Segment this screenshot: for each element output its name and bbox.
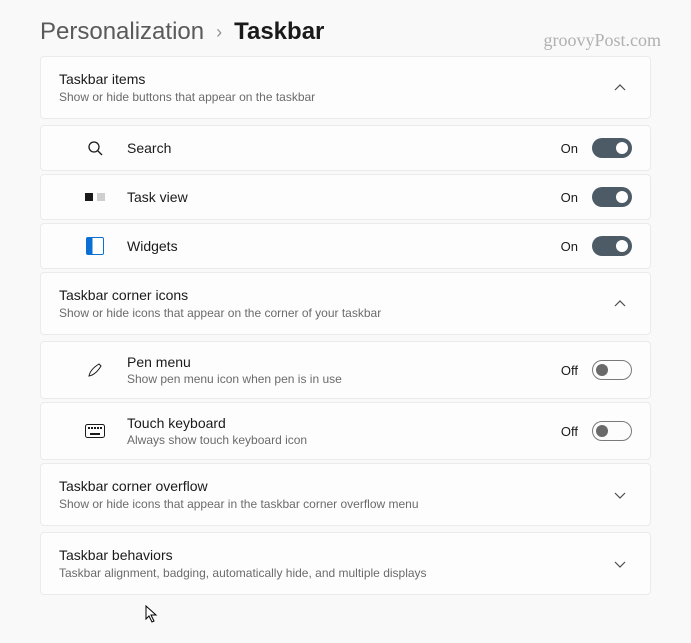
section-title: Taskbar behaviors [59,547,608,563]
toggle-state: Off [561,424,578,439]
row-label: Pen menu [127,354,561,370]
row-sublabel: Show pen menu icon when pen is in use [127,372,561,386]
section-subtitle: Taskbar alignment, badging, automaticall… [59,566,608,580]
chevron-up-icon[interactable] [608,76,632,100]
search-icon [81,138,109,158]
watermark: groovyPost.com [543,30,661,51]
section-subtitle: Show or hide icons that appear in the ta… [59,497,608,511]
section-subtitle: Show or hide buttons that appear on the … [59,90,608,104]
pen-icon [81,360,109,380]
row-label: Task view [127,189,561,205]
row-task-view: Task view On [40,174,651,220]
settings-content: Taskbar items Show or hide buttons that … [0,56,691,595]
toggle-state: Off [561,363,578,378]
row-sublabel: Always show touch keyboard icon [127,433,561,447]
row-widgets: Widgets On [40,223,651,269]
breadcrumb-parent[interactable]: Personalization [40,18,204,46]
toggle-search[interactable] [592,138,632,158]
row-search: Search On [40,125,651,171]
toggle-widgets[interactable] [592,236,632,256]
mouse-cursor-icon [145,605,159,623]
row-pen-menu: Pen menu Show pen menu icon when pen is … [40,341,651,399]
toggle-pen-menu[interactable] [592,360,632,380]
section-title: Taskbar items [59,71,608,87]
section-header-corner-overflow[interactable]: Taskbar corner overflow Show or hide ico… [41,464,650,525]
toggle-state: On [561,239,578,254]
section-corner-overflow: Taskbar corner overflow Show or hide ico… [40,463,651,526]
chevron-down-icon[interactable] [608,483,632,507]
section-header-taskbar-items[interactable]: Taskbar items Show or hide buttons that … [41,57,650,118]
toggle-touch-keyboard[interactable] [592,421,632,441]
section-header-corner-icons[interactable]: Taskbar corner icons Show or hide icons … [41,273,650,334]
chevron-up-icon[interactable] [608,292,632,316]
task-view-icon [81,187,109,207]
chevron-right-icon: › [216,22,222,43]
section-subtitle: Show or hide icons that appear on the co… [59,306,608,320]
row-touch-keyboard: Touch keyboard Always show touch keyboar… [40,402,651,460]
toggle-state: On [561,141,578,156]
keyboard-icon [81,421,109,441]
section-behaviors: Taskbar behaviors Taskbar alignment, bad… [40,532,651,595]
widgets-icon [81,236,109,256]
row-label: Search [127,140,561,156]
section-taskbar-items: Taskbar items Show or hide buttons that … [40,56,651,119]
toggle-task-view[interactable] [592,187,632,207]
row-label: Widgets [127,238,561,254]
chevron-down-icon[interactable] [608,552,632,576]
toggle-state: On [561,190,578,205]
section-header-behaviors[interactable]: Taskbar behaviors Taskbar alignment, bad… [41,533,650,594]
section-title: Taskbar corner overflow [59,478,608,494]
section-title: Taskbar corner icons [59,287,608,303]
row-label: Touch keyboard [127,415,561,431]
breadcrumb-current: Taskbar [234,18,324,46]
section-corner-icons: Taskbar corner icons Show or hide icons … [40,272,651,335]
